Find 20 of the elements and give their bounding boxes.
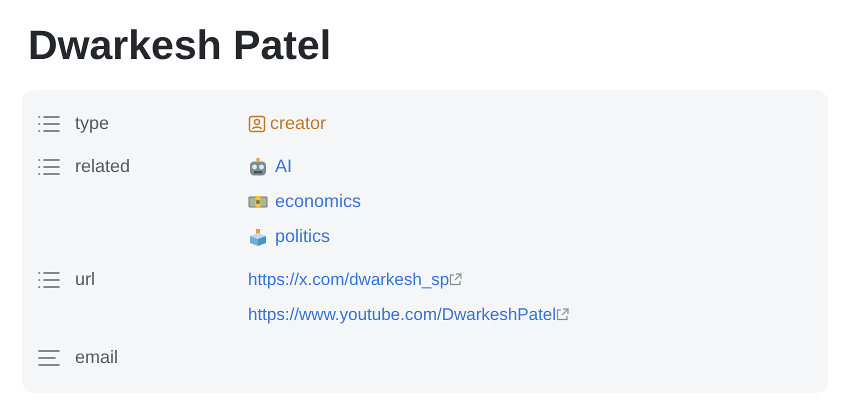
note-link[interactable]: politics — [275, 223, 330, 250]
url-link[interactable]: https://www.youtube.com/DwarkeshPatel — [248, 302, 556, 328]
type-link[interactable]: creator — [270, 110, 326, 137]
ballot-box-icon — [248, 226, 268, 246]
url-link[interactable]: https://x.com/dwarkesh_sp — [248, 266, 450, 292]
list-icon — [38, 114, 60, 132]
robot-icon — [248, 156, 268, 176]
property-name: email — [75, 346, 118, 369]
page-title: Dwarkesh Patel — [28, 21, 332, 70]
note-link[interactable]: AI — [275, 153, 292, 180]
note-link[interactable]: economics — [275, 188, 362, 215]
property-name: related — [75, 155, 130, 178]
property-name: type — [75, 112, 110, 135]
list-icon — [38, 158, 60, 176]
list-icon — [38, 270, 60, 288]
text-lines-icon — [38, 348, 60, 366]
person-card-icon — [248, 114, 266, 132]
external-link-icon — [449, 273, 462, 286]
property-name: url — [75, 268, 96, 291]
external-link-icon — [556, 308, 570, 321]
